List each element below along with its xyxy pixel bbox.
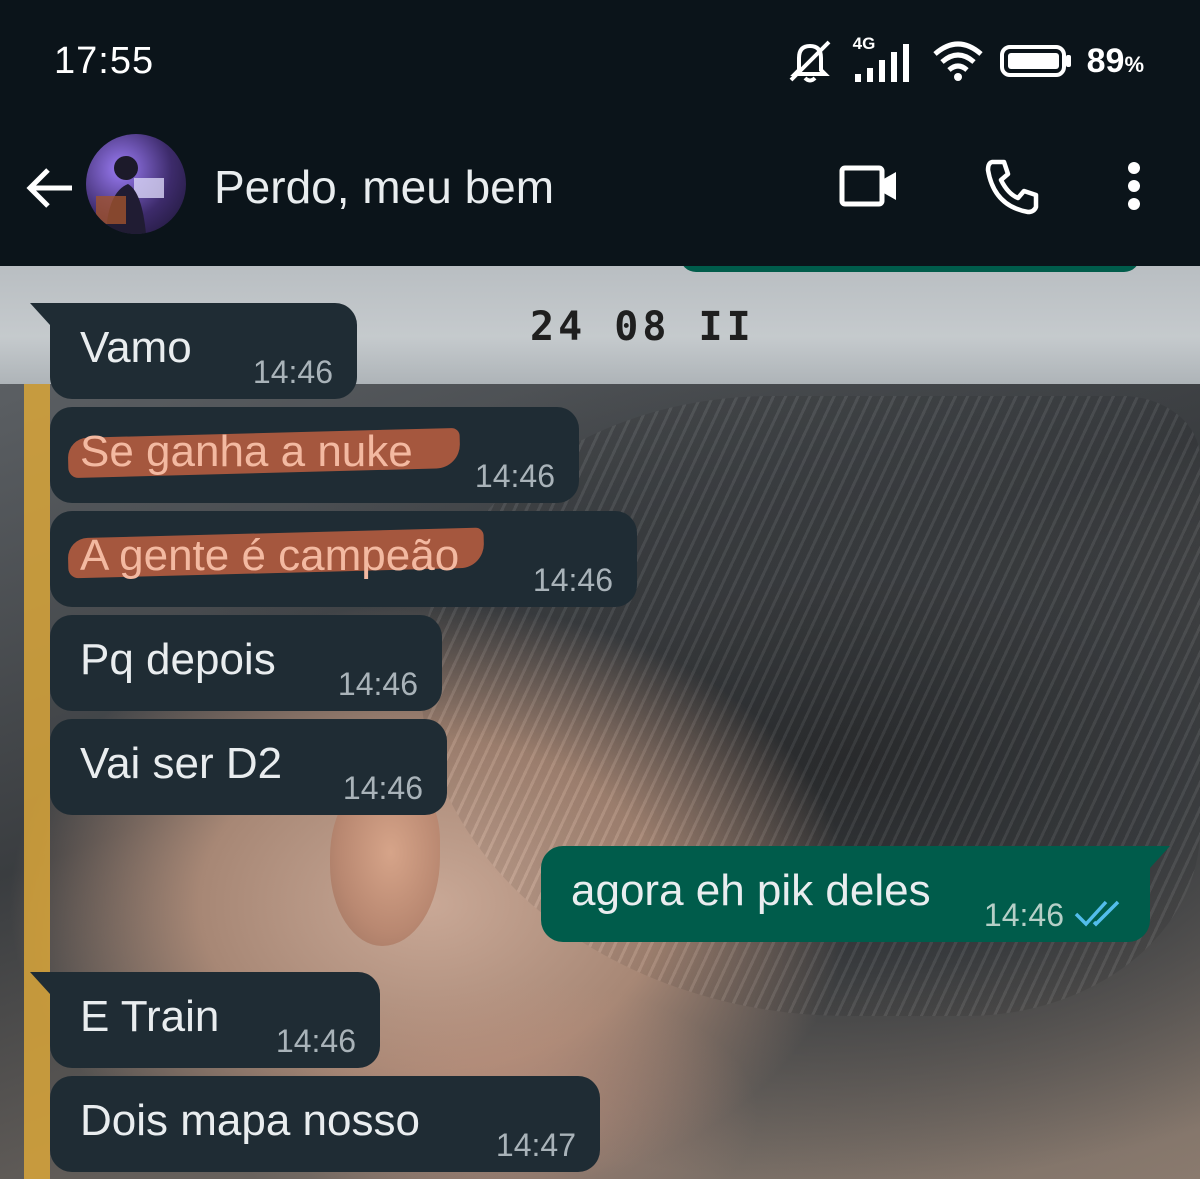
network-type: 4G xyxy=(852,34,876,53)
chat-area[interactable]: 24 08 II Vamo 14:46 Se ganha a nuke 14:4… xyxy=(0,266,1200,1179)
wallpaper-stamp: 24 08 II xyxy=(530,304,755,350)
message-time: 14:46 xyxy=(474,458,555,494)
read-receipt-icon xyxy=(1074,900,1120,927)
message-bubble-incoming[interactable]: Se ganha a nuke 14:46 xyxy=(50,407,579,503)
message-text: Vai ser D2 xyxy=(80,739,283,788)
message-bubble-incoming[interactable]: E Train 14:46 xyxy=(30,972,380,1068)
status-icons: 4G 89% xyxy=(785,34,1144,84)
wallpaper-stripe xyxy=(24,384,50,1179)
signal-icon: 4G xyxy=(849,34,917,84)
message-time: 14:46 xyxy=(983,897,1064,933)
video-call-icon[interactable] xyxy=(836,154,900,218)
previous-message-edge xyxy=(680,266,1140,272)
message-bubble-incoming[interactable]: Vai ser D2 14:46 xyxy=(50,719,447,815)
message-text: E Train xyxy=(80,992,220,1041)
more-options-icon[interactable] xyxy=(1102,154,1166,218)
back-arrow-icon[interactable] xyxy=(22,160,78,216)
message-text: Se ganha a nuke xyxy=(80,427,413,476)
chat-header: Perdo, meu bem xyxy=(0,124,1200,266)
message-text: Pq depois xyxy=(80,635,276,684)
wifi-icon xyxy=(932,41,983,81)
status-time: 17:55 xyxy=(54,40,155,82)
message-bubble-outgoing[interactable]: agora eh pik deles 14:46 xyxy=(541,846,1170,942)
message-text: agora eh pik deles xyxy=(571,866,931,915)
message-text: A gente é campeão xyxy=(80,531,460,580)
avatar[interactable] xyxy=(86,134,186,234)
battery-icon xyxy=(999,45,1071,77)
avatar-image xyxy=(96,156,164,234)
contact-name[interactable]: Perdo, meu bem xyxy=(214,160,554,214)
message-time: 14:46 xyxy=(342,770,423,806)
message-time: 14:46 xyxy=(532,562,613,598)
message-time: 14:46 xyxy=(337,666,418,702)
status-bar: 17:55 4G 89% xyxy=(0,0,1200,124)
voice-call-icon[interactable] xyxy=(980,154,1044,218)
whatsapp-chat-screen: 17:55 4G 89% Perdo, meu bem 24 08 II Vam… xyxy=(0,0,1200,1179)
message-text: Dois mapa nosso xyxy=(80,1096,420,1145)
message-time: 14:46 xyxy=(252,354,333,390)
mute-icon xyxy=(789,40,831,83)
battery-percent: 89% xyxy=(1086,41,1144,80)
message-bubble-incoming[interactable]: Vamo 14:46 xyxy=(30,303,357,399)
message-time: 14:46 xyxy=(275,1023,356,1059)
message-bubble-incoming[interactable]: Dois mapa nosso 14:47 xyxy=(50,1076,600,1172)
message-text: Vamo xyxy=(80,323,192,372)
message-time: 14:47 xyxy=(495,1127,576,1163)
message-bubble-incoming[interactable]: Pq depois 14:46 xyxy=(50,615,442,711)
message-bubble-incoming[interactable]: A gente é campeão 14:46 xyxy=(50,511,637,607)
